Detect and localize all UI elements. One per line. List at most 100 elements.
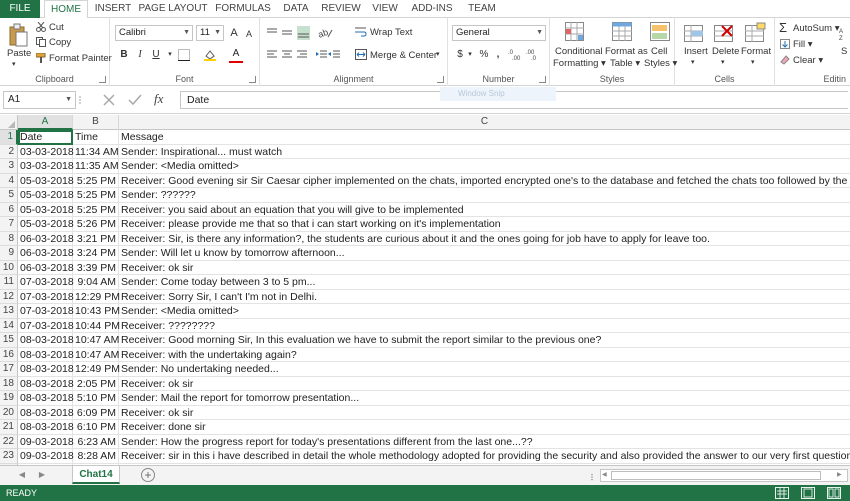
select-all-button[interactable] (0, 115, 18, 130)
cell-styles-button[interactable]: Cell (651, 46, 667, 57)
format-as-table-line2[interactable]: Table ▾ (610, 58, 640, 69)
cell-time[interactable]: 3:21 PM (73, 231, 119, 246)
font-launcher-icon[interactable] (249, 76, 256, 83)
cell-message[interactable]: Receiver: with the undertaking again? (119, 348, 850, 362)
cell-styles-line2[interactable]: Styles ▾ (644, 58, 677, 69)
cell-message[interactable]: Receiver: Good evening sir Sir Caesar ci… (119, 174, 850, 188)
row-header[interactable]: 12 (0, 289, 18, 304)
cell-date[interactable]: 09-03-2018 (18, 434, 74, 449)
merge-center-button[interactable]: Merge & Center (370, 50, 437, 61)
row-header[interactable]: 15 (0, 333, 18, 348)
row-header[interactable]: 13 (0, 304, 18, 319)
cell-time[interactable]: 9:04 AM (73, 275, 119, 290)
row-header[interactable]: 8 (0, 231, 18, 246)
horizontal-scrollbar[interactable]: ◀ ▶ (600, 469, 848, 482)
cell-time[interactable]: 10:44 PM (73, 318, 120, 333)
cell-time[interactable]: 10:47 AM (73, 347, 119, 362)
increase-decimal-icon[interactable]: .0.00 (508, 48, 524, 62)
row-header[interactable]: 6 (0, 202, 18, 217)
cell-message[interactable]: Receiver: Sorry Sir, I can't I'm not in … (119, 290, 850, 304)
cell-date[interactable]: 06-03-2018 (18, 260, 74, 275)
tab-view[interactable]: VIEW (368, 0, 402, 18)
tab-review[interactable]: REVIEW (318, 0, 364, 18)
number-format-select[interactable]: General ▼ (452, 25, 546, 41)
cell-date[interactable]: 05-03-2018 (18, 202, 74, 217)
fill-button[interactable]: Fill ▾ (793, 39, 813, 50)
row-header[interactable]: 17 (0, 362, 18, 377)
row-header[interactable]: 11 (0, 275, 18, 290)
underline-dropdown-icon[interactable]: ▾ (162, 47, 178, 63)
cell-message[interactable]: Receiver: ok sir (119, 377, 850, 391)
cell-message[interactable]: Receiver: ok sir (119, 261, 850, 275)
indent-icons[interactable] (316, 49, 342, 61)
conditional-formatting-line2[interactable]: Formatting ▾ (553, 58, 606, 69)
sort-filter-button[interactable]: S (841, 46, 847, 57)
cell-time[interactable]: 3:24 PM (73, 246, 119, 261)
cell-message[interactable]: Sender: Come today between 3 to 5 pm... (119, 275, 850, 290)
format-as-table-button[interactable]: Format as (605, 46, 648, 57)
cell-time[interactable]: 5:25 PM (73, 188, 119, 203)
cell-message[interactable]: Receiver: done sir (119, 420, 850, 435)
cell-date[interactable]: 03-03-2018 (18, 159, 74, 174)
cell-message[interactable]: Receiver: Sir, is there any information?… (119, 232, 850, 246)
cell-date[interactable]: 07-03-2018 (18, 304, 74, 319)
decrease-decimal-icon[interactable]: .00.0 (526, 48, 542, 62)
paste-icon[interactable] (8, 23, 28, 47)
row-header[interactable]: 19 (0, 391, 18, 406)
cell-time[interactable]: 3:39 PM (73, 260, 119, 275)
prev-sheet-icon[interactable]: ◀ (16, 469, 28, 481)
column-header-a[interactable]: A (18, 115, 73, 130)
cell-date[interactable]: 08-03-2018 (18, 405, 74, 420)
cell-time[interactable]: 12:49 PM (73, 362, 120, 377)
autosum-button[interactable]: AutoSum ▾ (793, 23, 840, 34)
cell-message[interactable]: Sender: How the progress report for toda… (119, 435, 850, 449)
row-header[interactable]: 5 (0, 188, 18, 203)
tab-file[interactable]: FILE (0, 0, 40, 18)
clipboard-launcher-icon[interactable] (99, 76, 106, 83)
borders-icon[interactable] (178, 49, 190, 61)
cell-time[interactable]: 6:23 AM (73, 434, 119, 449)
cell-date[interactable]: 08-03-2018 (18, 333, 74, 348)
cell-date[interactable]: 05-03-2018 (18, 217, 74, 232)
tab-home[interactable]: HOME (44, 0, 88, 19)
cancel-icon[interactable] (102, 93, 116, 107)
cell-date[interactable]: 08-03-2018 (18, 376, 74, 391)
fill-color-icon[interactable] (204, 49, 216, 61)
row-header[interactable]: 3 (0, 159, 18, 174)
cell-time[interactable]: 5:10 PM (73, 391, 119, 406)
row-header[interactable]: 21 (0, 420, 18, 435)
cut-button[interactable]: Cut (49, 22, 64, 33)
cell-time[interactable]: 5:26 PM (73, 217, 119, 232)
tab-team[interactable]: TEAM (462, 0, 502, 18)
cell-message[interactable]: Sender: Inspirational... must watch (119, 145, 850, 159)
cell-message[interactable]: Receiver: ok sir (119, 406, 850, 420)
cell-date[interactable]: 08-03-2018 (18, 391, 74, 406)
paste-dropdown-icon[interactable]: ▾ (12, 60, 16, 68)
font-color-button[interactable]: A (228, 46, 244, 62)
cell-time[interactable]: 8:28 AM (73, 449, 119, 464)
page-break-view-icon[interactable] (827, 487, 841, 499)
row-header[interactable]: 4 (0, 173, 18, 188)
cell-time[interactable]: 12:29 PM (73, 289, 120, 304)
orientation-icon[interactable]: ab (317, 25, 334, 40)
scroll-left-icon[interactable]: ◀ (602, 471, 610, 480)
alignment-launcher-icon[interactable] (437, 76, 444, 83)
row-header[interactable]: 18 (0, 376, 18, 391)
conditional-formatting-button[interactable]: Conditional (555, 46, 603, 57)
worksheet-grid[interactable]: A B C 1 Date Time Message 2 03-03-2018 11:34 A… (0, 115, 850, 465)
horizontal-align-icons[interactable] (266, 49, 310, 61)
cell-time[interactable]: 5:25 PM (73, 173, 119, 188)
cell-time[interactable]: 11:34 AM (73, 144, 119, 159)
copy-button[interactable]: Copy (49, 37, 71, 48)
cell-date[interactable]: 05-03-2018 (18, 173, 74, 188)
cell-message[interactable]: Receiver: Good morning Sir, In this eval… (119, 333, 850, 348)
row-header[interactable]: 16 (0, 347, 18, 362)
name-box[interactable]: A1 ▼ (3, 91, 76, 109)
tab-data[interactable]: DATA (278, 0, 314, 18)
cell-date[interactable]: 06-03-2018 (18, 246, 74, 261)
delete-dropdown-icon[interactable]: ▾ (721, 58, 725, 66)
format-cells-button[interactable]: Format (741, 46, 771, 57)
vertical-align-icons[interactable] (266, 26, 310, 40)
cell-message[interactable]: Sender: ?????? (119, 188, 850, 203)
cell-message[interactable]: Sender: <Media omitted> (119, 304, 850, 319)
